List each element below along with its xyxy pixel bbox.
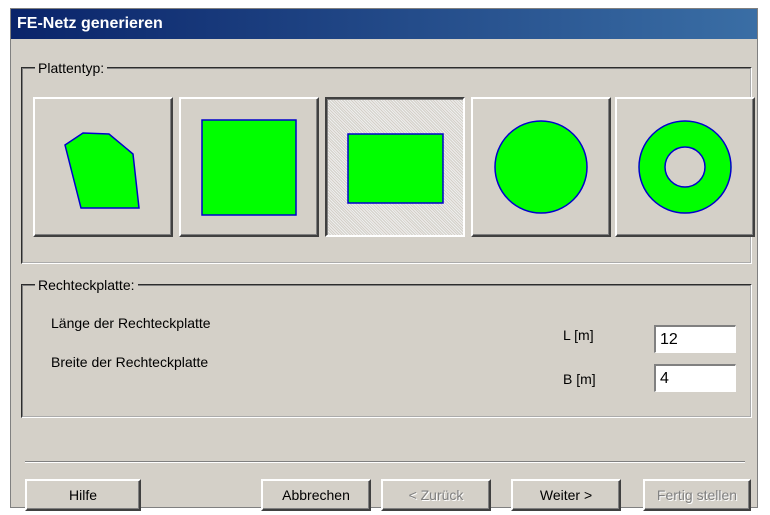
circle-plate-icon [494,120,588,214]
rectangle-plate-button[interactable] [325,97,465,237]
cancel-button[interactable]: Abbrechen [261,479,371,511]
polygon-plate-icon [64,132,140,209]
plate-type-legend: Plattentyp: [35,59,108,77]
length-description: Länge der Rechteckplatte [51,315,211,331]
title-bar: FE-Netz generieren [11,9,757,39]
ring-plate-button[interactable] [615,97,755,237]
dialog-window: FE-Netz generieren Plattentyp: Rechteckp… [10,8,758,511]
square-plate-button[interactable] [179,97,319,237]
circle-plate-button[interactable] [471,97,611,237]
B-label: B [m] [563,371,596,387]
L-label: L [m] [563,327,594,343]
back-button[interactable]: < Zurück [381,479,491,511]
next-button[interactable]: Weiter > [511,479,621,511]
button-separator [25,461,745,463]
ring-plate-icon [638,120,732,214]
length-input[interactable] [654,325,736,353]
rectangle-plate-icon [347,133,444,204]
width-input[interactable] [654,364,736,392]
help-button[interactable]: Hilfe [25,479,141,511]
rect-plate-group: Rechteckplatte: [21,276,752,418]
square-plate-icon [201,119,297,216]
rect-plate-legend: Rechteckplatte: [35,276,138,294]
finish-button[interactable]: Fertig stellen [643,479,751,511]
polygon-plate-button[interactable] [33,97,173,237]
width-description: Breite der Rechteckplatte [51,354,209,370]
